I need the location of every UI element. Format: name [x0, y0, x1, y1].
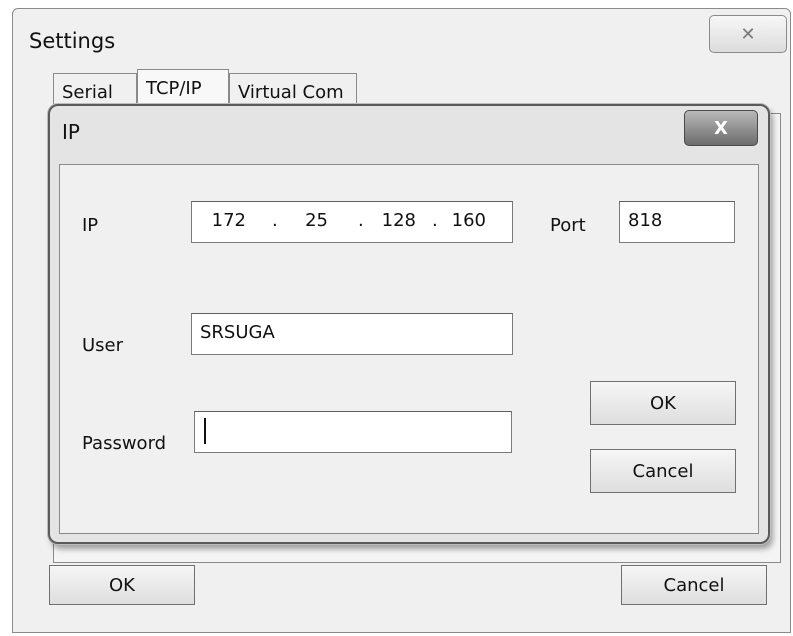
ip-ok-button[interactable]: OK	[590, 381, 736, 425]
ip-dialog-title: IP	[62, 120, 80, 144]
ip-dot: .	[358, 210, 364, 231]
user-label: User	[82, 335, 124, 356]
tab-tcp-ip[interactable]: TCP/IP	[137, 69, 229, 107]
ip-dot: .	[272, 210, 278, 231]
tab-tcp-ip-label: TCP/IP	[146, 78, 202, 99]
user-field[interactable]: SRSUGA	[191, 313, 513, 355]
ip-octet-1: 172	[211, 210, 246, 231]
ip-label: IP	[82, 215, 99, 236]
settings-title: Settings	[29, 29, 116, 53]
ip-octet-2: 25	[305, 210, 328, 231]
ip-address-field[interactable]: 172 . 25 . 128 . 160	[191, 201, 513, 243]
ip-ok-label: OK	[650, 392, 676, 414]
ip-dialog: IP X IP 172 . 25 . 128 . 160 Port 818 Us…	[48, 104, 770, 544]
settings-cancel-button[interactable]: Cancel	[621, 565, 767, 605]
tab-serial[interactable]: Serial	[53, 73, 137, 107]
ip-dot: .	[432, 210, 438, 231]
port-field[interactable]: 818	[619, 201, 735, 243]
tab-virtual-com-label: Virtual Com	[238, 82, 344, 103]
tab-virtual-com[interactable]: Virtual Com	[229, 73, 357, 107]
password-label: Password	[82, 433, 167, 454]
ip-dialog-close-button[interactable]: X	[684, 110, 758, 146]
ip-dialog-content: IP 172 . 25 . 128 . 160 Port 818 User SR…	[59, 164, 759, 534]
settings-cancel-label: Cancel	[663, 574, 725, 596]
text-caret	[204, 418, 206, 444]
tab-serial-label: Serial	[62, 82, 113, 103]
port-label: Port	[550, 215, 586, 236]
ip-octet-3: 128	[381, 210, 416, 231]
password-field[interactable]	[194, 411, 512, 453]
ip-octet-4: 160	[451, 210, 486, 231]
close-icon: X	[714, 117, 728, 139]
close-icon: ✕	[740, 23, 756, 45]
settings-close-button[interactable]: ✕	[709, 15, 787, 53]
ip-cancel-label: Cancel	[632, 460, 694, 482]
settings-ok-button[interactable]: OK	[49, 565, 195, 605]
settings-ok-label: OK	[109, 574, 135, 596]
ip-cancel-button[interactable]: Cancel	[590, 449, 736, 493]
